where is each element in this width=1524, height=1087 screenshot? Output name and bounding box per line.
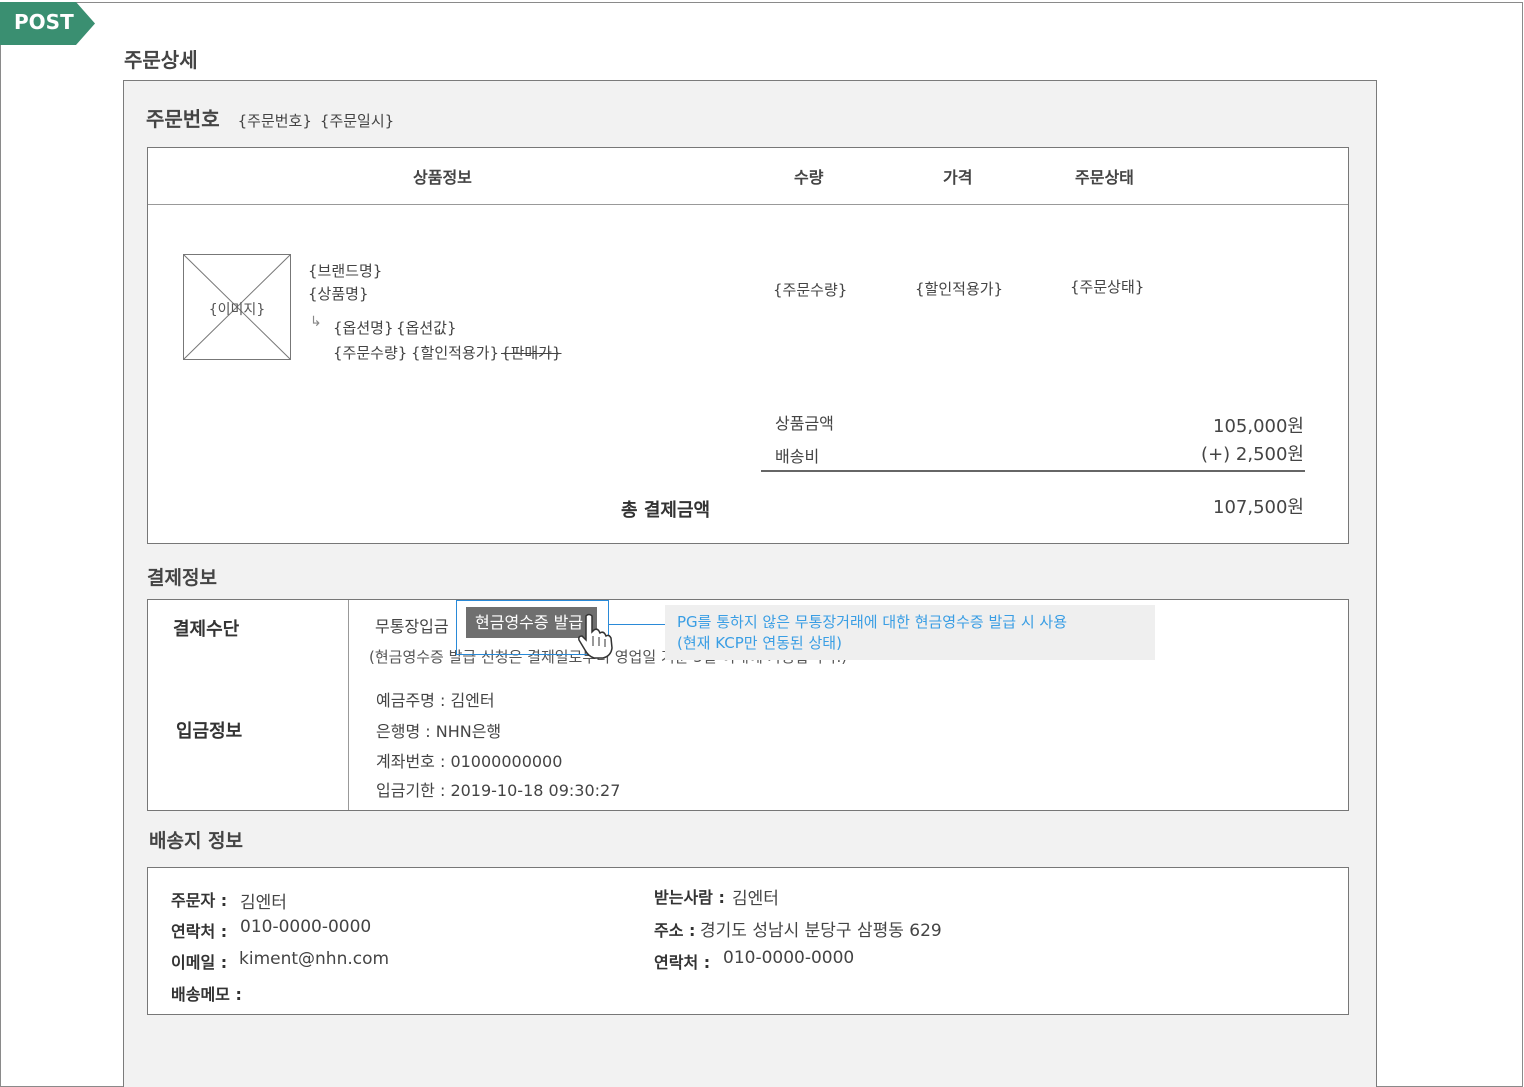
option-discount-price: {할인적용가} [411, 344, 500, 362]
payment-column-divider [348, 600, 349, 810]
product-table: 상품정보 수량 가격 주문상태 {이미지} {브랜드명} {상품명} ↳ {옵션… [147, 147, 1349, 544]
order-quantity: {주문수량} [773, 281, 848, 299]
image-placeholder-label: {이미지} [208, 302, 266, 318]
receiver-value: 김엔터 [732, 889, 779, 909]
cash-receipt-tooltip: PG를 통하지 않은 무통장거래에 대한 현금영수증 발급 시 사용 (현재 K… [665, 605, 1155, 660]
option-sale-price: {판매가} [501, 344, 562, 362]
payment-method-value: 무통장입금 [375, 617, 449, 636]
payment-section-title: 결제정보 [147, 567, 217, 589]
delivery-memo-label: 배송메모 : [171, 985, 242, 1004]
bank-name: 은행명 : NHN은행 [376, 722, 502, 741]
orderer-value: 김엔터 [240, 893, 287, 913]
page-title: 주문상세 [124, 48, 198, 72]
summary-divider [761, 470, 1305, 472]
shipping-fee-label: 배송비 [775, 447, 820, 466]
shipping-info-table: 주문자 : 김엔터 연락처 : 010-0000-0000 이메일 : kime… [147, 867, 1349, 1015]
order-date-value: {주문일시} [319, 112, 395, 130]
orderer-label: 주문자 : [171, 891, 228, 910]
total-amount-label: 총 결제금액 [621, 500, 711, 521]
post-tag: POST [0, 2, 95, 45]
post-tag-label: POST [14, 10, 74, 34]
deposit-deadline: 입금기한 : 2019-10-18 09:30:27 [376, 781, 621, 800]
option-value: {옵션값} [396, 319, 457, 337]
shipping-section-title: 배송지 정보 [149, 830, 244, 852]
product-image-placeholder: {이미지} [183, 254, 291, 360]
depositor-name: 예금주명 : 김엔터 [376, 691, 495, 710]
address-label: 주소 : [654, 921, 696, 940]
payment-method-label: 결제수단 [173, 619, 240, 640]
receiver-label: 받는사람 : [654, 888, 725, 907]
product-table-header: 상품정보 수량 가격 주문상태 [148, 148, 1348, 205]
hand-cursor-icon [578, 613, 613, 659]
deposit-info-label: 입금정보 [176, 721, 243, 742]
tooltip-line-2: (현재 KCP만 연동된 상태) [677, 634, 842, 652]
order-number-value: {주문번호} [237, 112, 312, 130]
account-number: 계좌번호 : 01000000000 [376, 752, 563, 771]
option-arrow-icon: ↳ [310, 314, 322, 330]
shipping-fee-value: (+) 2,500원 [1201, 444, 1304, 465]
tooltip-connector [609, 624, 665, 625]
goods-amount-value: 105,000원 [1213, 416, 1304, 437]
brand-name: {브랜드명} [308, 262, 383, 280]
order-number-label: 주문번호 [146, 107, 220, 131]
header-product-info: 상품정보 [413, 168, 472, 187]
email-value: kiment@nhn.com [239, 949, 390, 969]
receiver-contact-value: 010-0000-0000 [723, 948, 855, 968]
tooltip-line-1: PG를 통하지 않은 무통장거래에 대한 현금영수증 발급 시 사용 [677, 613, 1068, 631]
orderer-contact-value: 010-0000-0000 [240, 917, 372, 937]
order-status: {주문상태} [1070, 278, 1145, 296]
header-price: 가격 [943, 168, 973, 187]
header-order-status: 주문상태 [1075, 168, 1134, 187]
option-name: {옵션명} [333, 319, 394, 337]
header-quantity: 수량 [794, 168, 824, 187]
receiver-contact-label: 연락처 : [654, 953, 711, 972]
product-name: {상품명} [308, 285, 369, 303]
goods-amount-label: 상품금액 [775, 414, 834, 433]
order-header: 주문번호 {주문번호} {주문일시} [146, 103, 394, 132]
email-label: 이메일 : [171, 953, 228, 972]
payment-info-table: 결제수단 무통장입금 (현금영수증 발급 신청은 결제일로부터 영업일 기준 5… [147, 599, 1349, 811]
orderer-contact-label: 연락처 : [171, 922, 228, 941]
discount-price: {할인적용가} [915, 280, 1004, 298]
total-amount-value: 107,500원 [1213, 497, 1304, 518]
address-value: 경기도 성남시 분당구 삼평동 629 [700, 921, 942, 941]
option-quantity: {주문수량} [333, 344, 408, 362]
